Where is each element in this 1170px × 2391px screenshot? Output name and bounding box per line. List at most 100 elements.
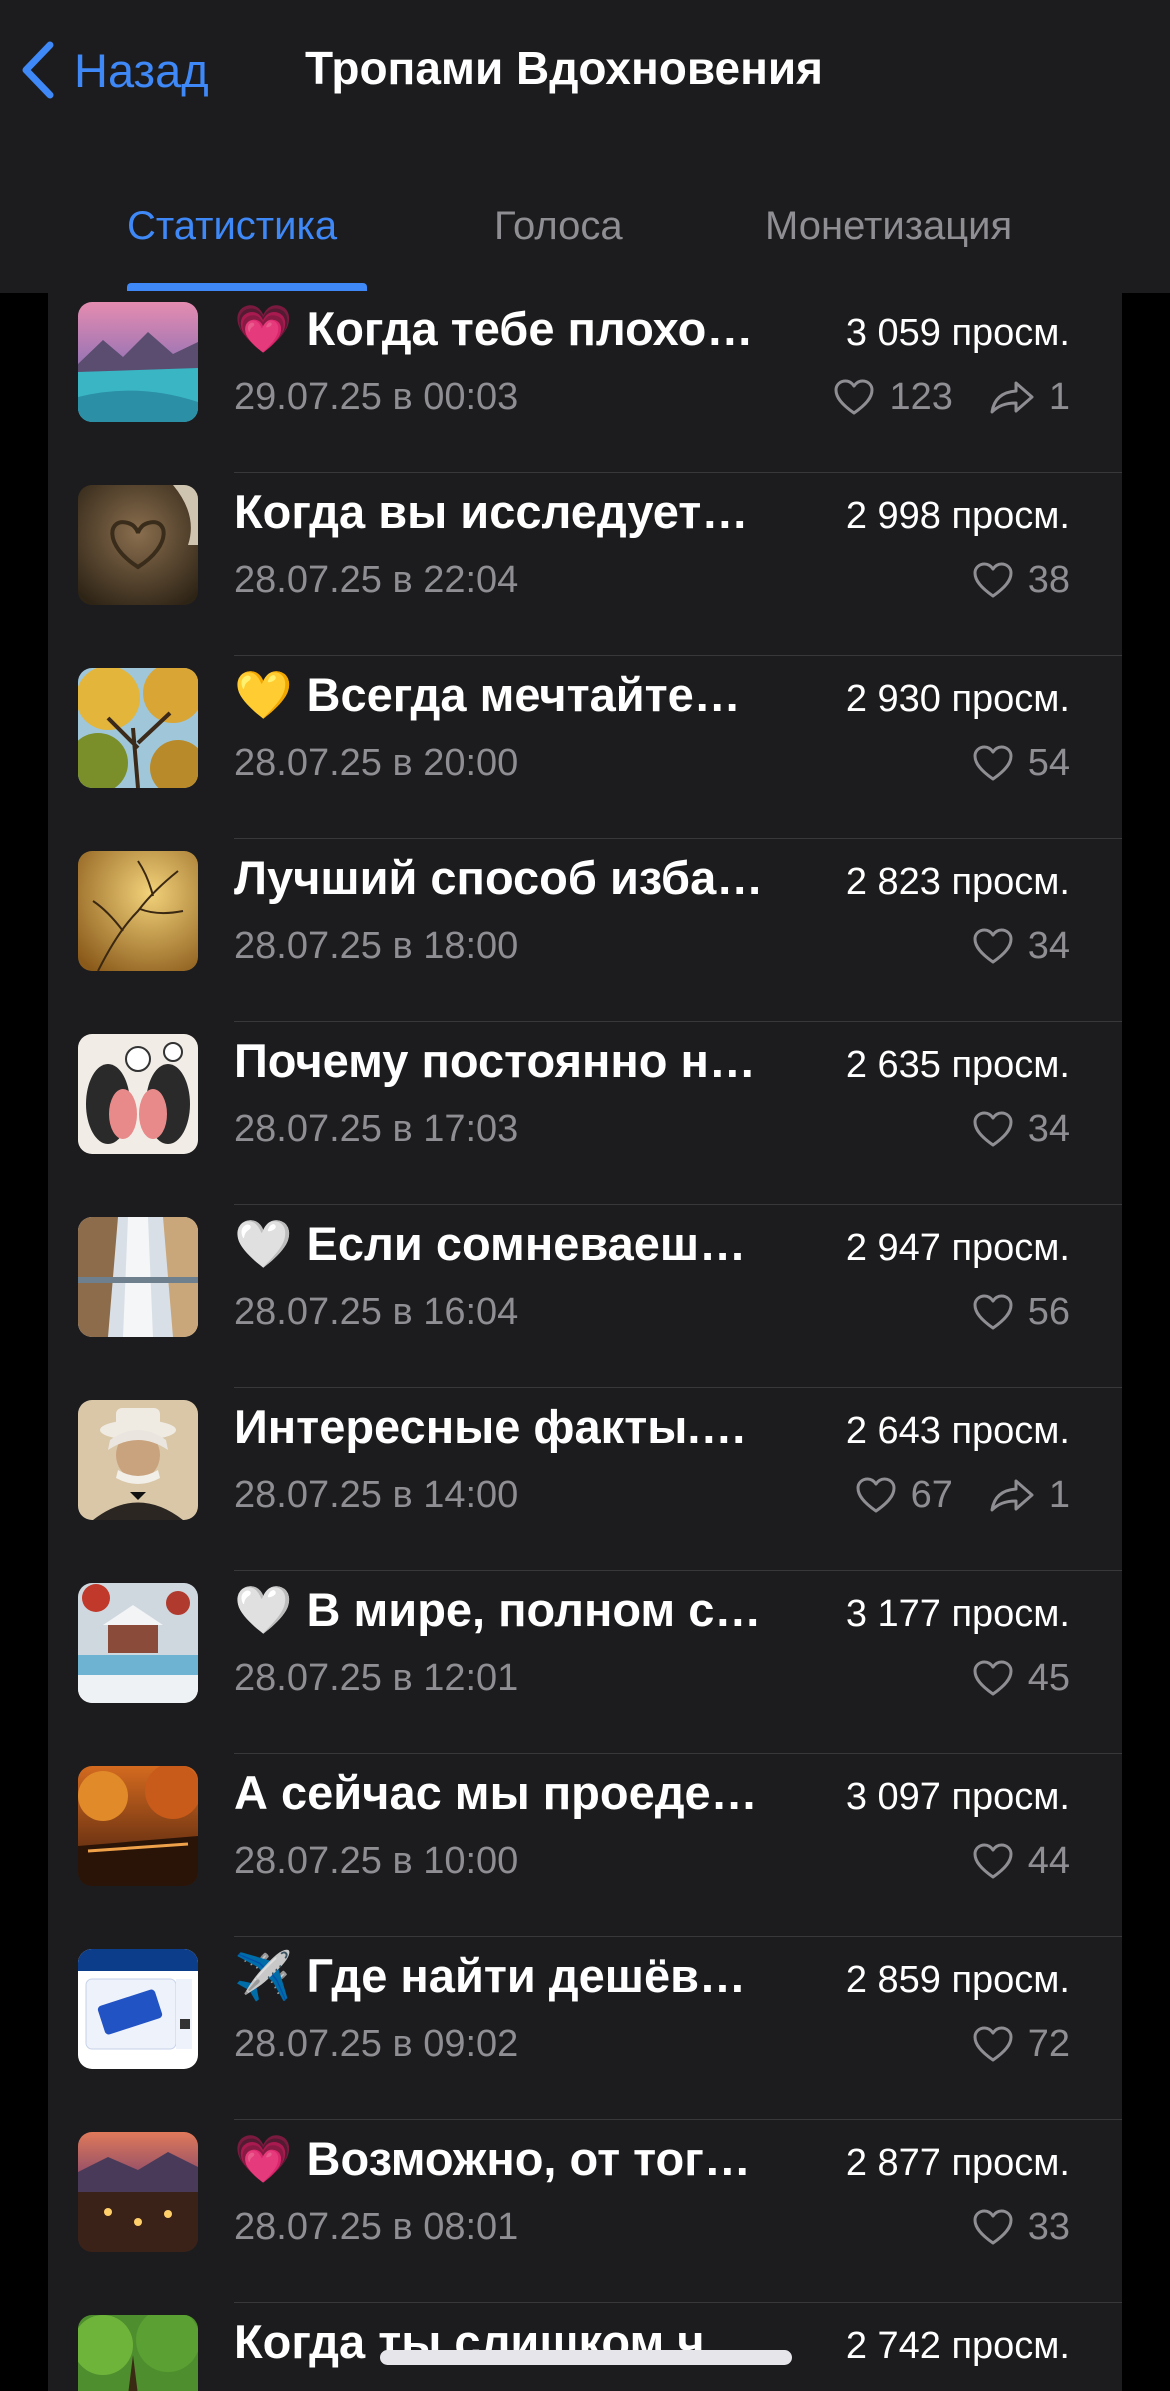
post-date: 28.07.25 в 20:00 <box>234 742 519 784</box>
post-date: 28.07.25 в 17:03 <box>234 1108 519 1150</box>
back-button[interactable]: Назад <box>20 30 209 110</box>
post-stats: 44 <box>972 1836 1070 1886</box>
post-thumbnail <box>78 1217 198 1337</box>
post-title: 💛 Всегда мечтайте… <box>234 664 834 726</box>
likes-value: 44 <box>1027 1839 1070 1882</box>
post-title-text: В мире, полном с… <box>306 1583 762 1636</box>
post-title: 🤍 Если сомневаеш… <box>234 1213 834 1275</box>
likes-value: 33 <box>1027 2205 1070 2248</box>
heart-icon <box>973 562 1013 598</box>
post-title-text: Если сомневаеш… <box>306 1217 747 1270</box>
likes-count: 45 <box>972 1657 1070 1700</box>
post-row[interactable]: ✈️ Где найти дешёв… 2 859 просм. 28.07.25 в… <box>48 1937 1122 2120</box>
post-row[interactable]: Почему постоянно н… 2 635 просм. 28.07.25 … <box>48 1022 1122 1205</box>
post-title-text: Лучший способ изба… <box>234 851 764 904</box>
heart-icon <box>973 745 1013 781</box>
post-thumbnail <box>78 668 198 788</box>
post-thumbnail <box>78 2132 198 2252</box>
heart-icon <box>973 2026 1013 2062</box>
likes-value: 34 <box>1027 1107 1070 1150</box>
posts-list[interactable]: 💗 Когда тебе плохо… 3 059 просм. 29.07.25 в… <box>48 293 1122 2391</box>
heart-icon <box>973 1294 1013 1330</box>
post-stats: 56 <box>972 1287 1070 1337</box>
post-row[interactable]: 💛 Всегда мечтайте… 2 930 просм. 28.07.25 в … <box>48 656 1122 839</box>
likes-count: 56 <box>972 1291 1070 1334</box>
shares-value: 1 <box>1048 1473 1070 1516</box>
tab-bar: Статистика Голоса Монетизация <box>0 190 1170 291</box>
likes-count: 67 <box>855 1474 953 1517</box>
post-views: 2 643 просм. <box>845 1410 1070 1452</box>
post-emoji: 💗 <box>234 2132 293 2185</box>
post-date: 28.07.25 в 12:01 <box>234 1657 519 1699</box>
post-row[interactable]: 🤍 Если сомневаеш… 2 947 просм. 28.07.25 в 1… <box>48 1205 1122 1388</box>
post-date: 28.07.25 в 10:00 <box>234 1840 519 1882</box>
likes-value: 67 <box>910 1473 953 1516</box>
post-title: А сейчас мы проеде… <box>234 1762 834 1824</box>
post-date: 28.07.25 в 14:00 <box>234 1474 519 1516</box>
post-row[interactable]: 💗 Когда тебе плохо… 3 059 просм. 29.07.25 в… <box>48 290 1122 473</box>
tab-statistics[interactable]: Статистика <box>127 200 337 252</box>
likes-value: 123 <box>889 375 953 418</box>
post-row[interactable]: Лучший способ изба… 2 823 просм. 28.07.25 … <box>48 839 1122 1022</box>
post-row[interactable]: 💗 Возможно, от тог… 2 877 просм. 28.07.25 в… <box>48 2120 1122 2303</box>
share-icon <box>990 381 1034 414</box>
post-title-text: Возможно, от тог… <box>306 2132 751 2185</box>
post-thumbnail <box>78 851 198 971</box>
post-stats: 54 <box>972 738 1070 788</box>
shares-count: 1 <box>989 1474 1070 1517</box>
post-views: 2 742 просм. <box>845 2325 1070 2367</box>
nav-header: Назад Тропами Вдохновения Статистика Гол… <box>0 0 1170 293</box>
post-thumbnail <box>78 2315 198 2391</box>
chevron-left-icon <box>22 41 54 99</box>
post-thumbnail <box>78 1583 198 1703</box>
tab-votes[interactable]: Голоса <box>494 200 623 252</box>
post-row[interactable]: 🤍 В мире, полном с… 3 177 просм. 28.07.25 в… <box>48 1571 1122 1754</box>
post-views: 3 059 просм. <box>845 312 1070 354</box>
likes-count: 44 <box>972 1840 1070 1883</box>
post-title: Лучший способ изба… <box>234 847 834 909</box>
post-row[interactable]: Когда ты слишком ч… 2 742 просм. <box>48 2303 1122 2391</box>
post-emoji: 💛 <box>234 668 293 721</box>
post-views: 2 998 просм. <box>845 495 1070 537</box>
post-title-text: Когда вы исследует… <box>234 485 749 538</box>
post-emoji: 🤍 <box>234 1583 293 1636</box>
page-title: Тропами Вдохновения <box>305 42 823 94</box>
likes-value: 54 <box>1027 741 1070 784</box>
heart-icon <box>973 1111 1013 1147</box>
post-title-text: Почему постоянно н… <box>234 1034 756 1087</box>
likes-value: 38 <box>1027 558 1070 601</box>
post-title-text: Когда тебе плохо… <box>306 302 754 355</box>
post-title: Интересные факты.… <box>234 1396 834 1458</box>
shares-count: 1 <box>989 376 1070 419</box>
post-date: 28.07.25 в 18:00 <box>234 925 519 967</box>
tab-monetization[interactable]: Монетизация <box>765 200 1012 252</box>
post-stats: 38 <box>972 555 1070 605</box>
likes-count: 54 <box>972 742 1070 785</box>
post-title: 🤍 В мире, полном с… <box>234 1579 834 1641</box>
post-row[interactable]: Когда вы исследует… 2 998 просм. 28.07.25 … <box>48 473 1122 656</box>
likes-value: 34 <box>1027 924 1070 967</box>
post-views: 2 930 просм. <box>845 678 1070 720</box>
post-emoji: ✈️ <box>234 1949 293 2002</box>
heart-icon <box>973 2209 1013 2245</box>
post-title: Почему постоянно н… <box>234 1030 834 1092</box>
post-title-text: Всегда мечтайте… <box>306 668 741 721</box>
post-thumbnail <box>78 1766 198 1886</box>
active-tab-indicator <box>127 283 367 291</box>
post-views: 3 177 просм. <box>845 1593 1070 1635</box>
post-thumbnail <box>78 1949 198 2069</box>
post-stats: 33 <box>972 2202 1070 2252</box>
post-row[interactable]: Интересные факты.… 2 643 просм. 28.07.25 в… <box>48 1388 1122 1571</box>
post-date: 28.07.25 в 09:02 <box>234 2023 519 2065</box>
likes-count: 72 <box>972 2023 1070 2066</box>
post-row[interactable]: А сейчас мы проеде… 3 097 просм. 28.07.25 … <box>48 1754 1122 1937</box>
back-label: Назад <box>74 43 209 97</box>
post-views: 2 947 просм. <box>845 1227 1070 1269</box>
post-thumbnail <box>78 485 198 605</box>
post-date: 28.07.25 в 22:04 <box>234 559 519 601</box>
post-stats: 45 <box>972 1653 1070 1703</box>
post-title: 💗 Возможно, от тог… <box>234 2128 834 2190</box>
post-date: 28.07.25 в 16:04 <box>234 1291 519 1333</box>
home-indicator[interactable] <box>380 2350 792 2365</box>
post-views: 2 877 просм. <box>845 2142 1070 2184</box>
